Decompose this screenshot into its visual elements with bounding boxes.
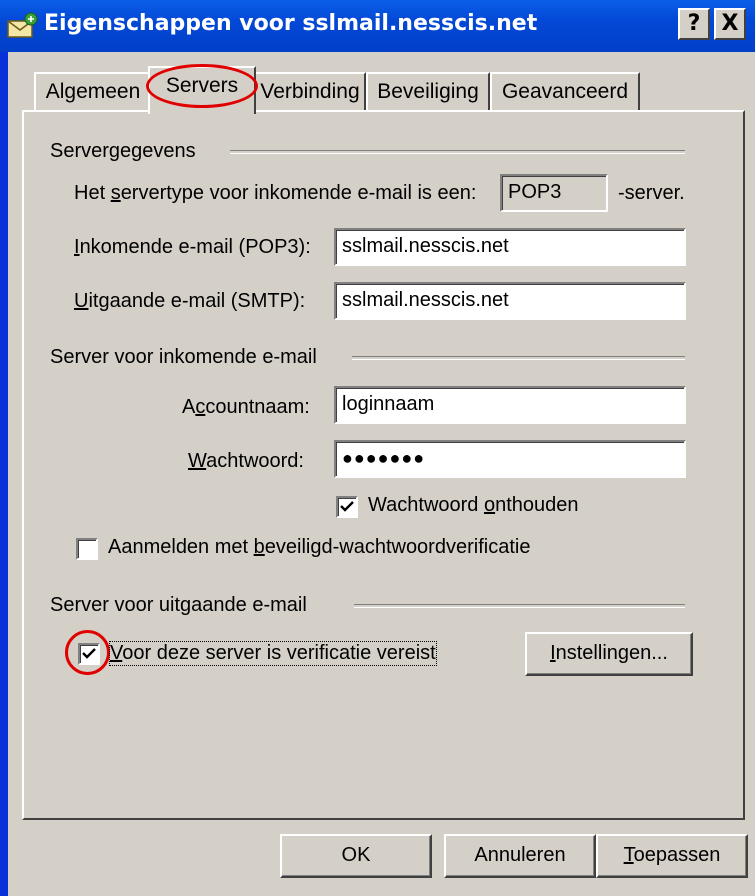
outgoing-server-input[interactable]: sslmail.nesscis.net bbox=[334, 282, 686, 320]
spa-label[interactable]: Aanmelden met beveiligd-wachtwoordverifi… bbox=[108, 536, 530, 559]
password-input[interactable]: ●●●●●●● bbox=[334, 440, 686, 478]
group-divider bbox=[230, 150, 685, 154]
server-type-suffix: -server. bbox=[618, 182, 685, 204]
tab-verbinding[interactable]: Verbinding bbox=[254, 72, 366, 112]
group-label-servergegevens: Servergegevens bbox=[50, 140, 196, 162]
tab-algemeen[interactable]: Algemeen bbox=[34, 72, 152, 112]
ok-button[interactable]: OK bbox=[280, 834, 432, 878]
password-label: Wachtwoord: bbox=[188, 450, 304, 472]
server-type-field: POP3 bbox=[500, 174, 608, 212]
apply-button[interactable]: Toepassen bbox=[596, 834, 748, 878]
outgoing-server-label: Uitgaande e-mail (SMTP): bbox=[74, 290, 306, 312]
title-bar[interactable]: Eigenschappen voor sslmail.nesscis.net ?… bbox=[0, 0, 755, 52]
spa-checkbox[interactable] bbox=[76, 538, 98, 560]
group-label-outgoing: Server voor uitgaande e-mail bbox=[50, 594, 307, 616]
group-divider bbox=[352, 356, 685, 360]
tab-beveiliging[interactable]: Beveiliging bbox=[366, 72, 490, 112]
window-title: Eigenschappen voor sslmail.nesscis.net bbox=[44, 11, 538, 36]
account-name-input[interactable]: loginnaam bbox=[334, 386, 686, 424]
auth-required-label[interactable]: Voor deze server is verificatie vereist bbox=[109, 641, 437, 666]
settings-button[interactable]: Instellingen... bbox=[525, 632, 693, 676]
close-button[interactable]: X bbox=[714, 8, 746, 40]
account-name-label: Accountnaam: bbox=[182, 396, 310, 418]
group-divider bbox=[354, 604, 685, 608]
server-type-label: Het servertype voor inkomende e-mail is … bbox=[74, 182, 477, 204]
remember-password-label[interactable]: Wachtwoord onthouden bbox=[368, 494, 579, 517]
highlight-ring-auth-checkbox bbox=[65, 630, 110, 675]
help-button[interactable]: ? bbox=[678, 8, 710, 40]
tab-geavanceerd[interactable]: Geavanceerd bbox=[490, 72, 640, 112]
cancel-button[interactable]: Annuleren bbox=[444, 834, 596, 878]
highlight-ring-servers-tab bbox=[146, 64, 258, 108]
checkmark-icon bbox=[340, 501, 354, 512]
mail-account-icon bbox=[7, 12, 38, 38]
group-label-incoming: Server voor inkomende e-mail bbox=[50, 346, 317, 368]
incoming-server-input[interactable]: sslmail.nesscis.net bbox=[334, 228, 686, 266]
incoming-server-label: Inkomende e-mail (POP3): bbox=[74, 236, 311, 258]
properties-window: Eigenschappen voor sslmail.nesscis.net ?… bbox=[0, 0, 755, 896]
remember-password-checkbox[interactable] bbox=[336, 496, 358, 518]
